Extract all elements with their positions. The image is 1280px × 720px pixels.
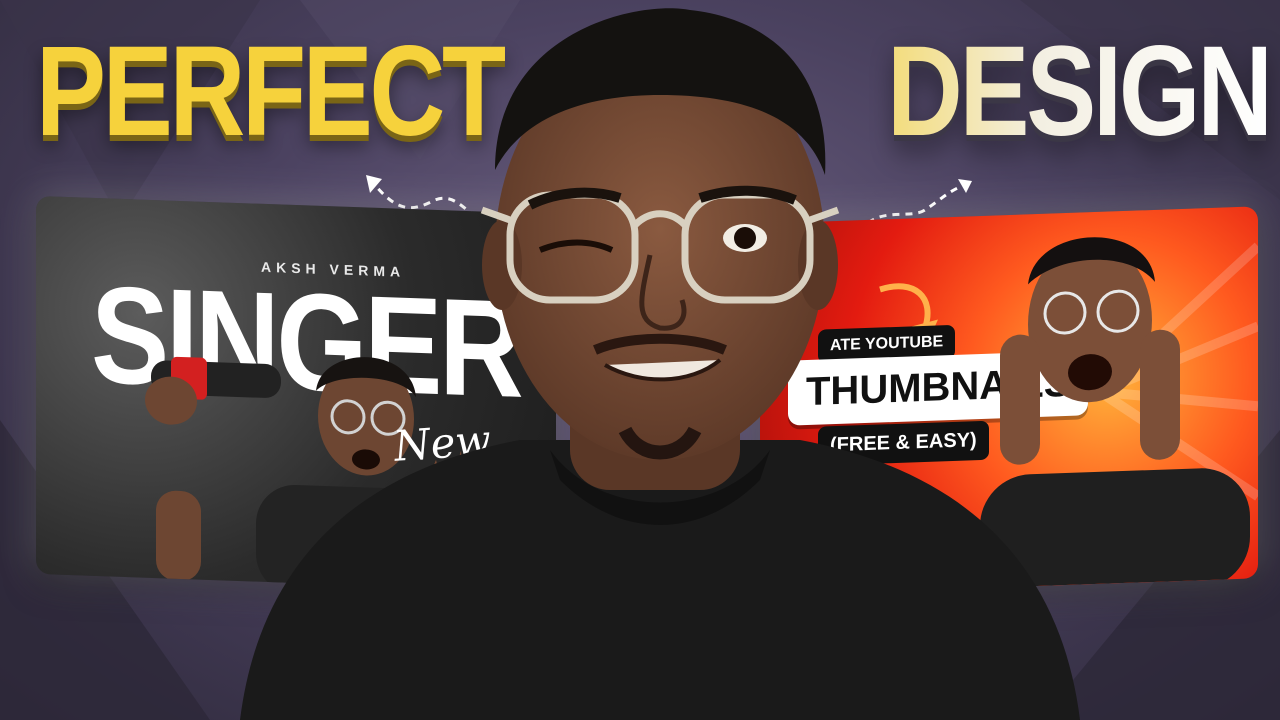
host-portrait [240, 8, 1080, 720]
